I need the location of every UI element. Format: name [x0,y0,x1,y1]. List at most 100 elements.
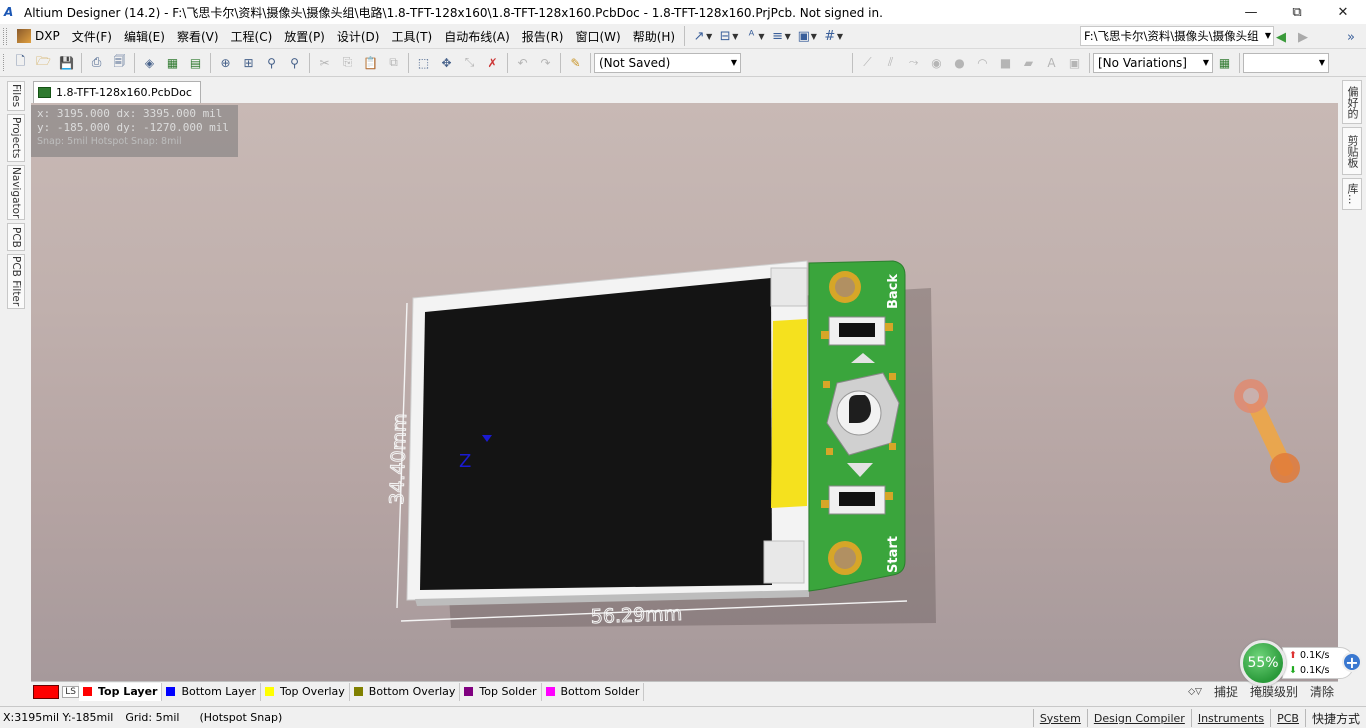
multi-route-icon[interactable]: ⤳ [903,52,924,73]
menu-file[interactable]: 文件(F) [66,25,118,47]
memory-usage-circle[interactable]: 55% [1240,640,1286,686]
network-speed-widget[interactable]: ⬆ 0.1K/s ⬇ 0.1K/s 55% + [1238,640,1366,686]
save-state-combo[interactable]: (Not Saved) ▼ [594,52,741,73]
deselect-icon[interactable]: ⤡ [459,52,480,73]
zoom-filter-icon[interactable]: ⚲ [284,52,305,73]
instruments-button[interactable]: Instruments [1190,709,1270,727]
mounting-hole-bottom-inner [834,547,856,569]
panel-tab-favorites[interactable]: 偏好的 [1342,80,1362,124]
move-icon[interactable]: ✥ [436,52,457,73]
dropdown-arrow-icon[interactable]: ▼ [785,32,791,41]
layer-tab-bottom-solder[interactable]: Bottom Solder [542,682,645,701]
diff-pair-icon[interactable]: ⫽ [880,52,901,73]
empty-combo[interactable]: ▼ [1243,52,1329,73]
new-icon[interactable]: 🗋 [10,52,31,73]
variations-combo[interactable]: [No Variations] ▼ [1093,52,1213,73]
redo-icon[interactable]: ↷ [535,52,556,73]
plus-icon[interactable]: + [1342,652,1362,672]
layers-icon[interactable]: ▤ [185,52,206,73]
variant-icon[interactable]: ▦ [1214,52,1235,73]
dropdown-arrow-icon[interactable]: ▼ [732,32,738,41]
open-icon[interactable]: 🗁 [33,52,54,73]
toolbar-grip[interactable] [3,54,7,71]
zoom-fit-icon[interactable]: ⊕ [215,52,236,73]
layer-set-button[interactable]: LS [33,684,79,699]
interactive-route-icon[interactable]: ⟋ [857,52,878,73]
via-icon[interactable]: ● [949,52,970,73]
cut-icon[interactable]: ✂ [314,52,335,73]
fill-icon[interactable]: ■ [995,52,1016,73]
panel-tab-pcb[interactable]: PCB [7,223,25,251]
pad [821,331,829,339]
window-controls: — ⧉ ✕ [1228,0,1366,24]
dropdown-arrow-icon[interactable]: ▼ [758,32,764,41]
menu-tools[interactable]: 工具(T) [385,25,438,47]
board-icon[interactable]: ▦ [162,52,183,73]
clear-filter-icon[interactable]: ✗ [482,52,503,73]
pad [885,323,893,331]
rubber-stamp-icon[interactable]: ⧉ [383,52,404,73]
menu-dxp[interactable]: DXP [11,25,66,47]
layer-tab-top-layer[interactable]: Top Layer [79,682,163,701]
panel-tab-pcb-filter[interactable]: PCB Filter [7,254,25,309]
panel-tab-navigator[interactable]: Navigator [7,165,25,220]
close-button[interactable]: ✕ [1320,0,1366,24]
menu-help[interactable]: 帮助(H) [627,25,681,47]
pad-icon[interactable]: ◉ [926,52,947,73]
maximize-button[interactable]: ⧉ [1274,0,1320,24]
system-button[interactable]: System [1032,709,1087,727]
menu-edit[interactable]: 编辑(E) [118,25,171,47]
toolbar-grip[interactable] [3,27,7,45]
design-compiler-button[interactable]: Design Compiler [1086,709,1191,727]
minimize-button[interactable]: — [1228,0,1274,24]
print-preview-icon[interactable]: 🗐 [109,52,130,73]
panel-tab-libraries[interactable]: 库... [1342,178,1362,210]
view-3d-icon[interactable]: ◈ [139,52,160,73]
back-icon[interactable]: ◀ [1270,26,1292,48]
string-icon[interactable]: A [1041,52,1062,73]
panel-tab-projects[interactable]: Projects [7,114,25,162]
chevron-icon[interactable]: » [1340,26,1362,48]
layer-color-swatch [166,687,176,696]
component-icon[interactable]: ▣ [1064,52,1085,73]
print-icon[interactable]: ⎙ [86,52,107,73]
undo-icon[interactable]: ↶ [512,52,533,73]
dropdown-arrow-icon[interactable]: ▼ [706,32,712,41]
pcb-3d-workspace[interactable]: Back Start 34.40mm 56.29mm Z x: 3195.000… [31,103,1338,681]
separator [408,52,409,73]
menu-reports[interactable]: 报告(R) [516,25,570,47]
menu-autoroute[interactable]: 自动布线(A) [438,25,516,47]
forward-icon[interactable]: ▶ [1292,26,1314,48]
path-combo[interactable]: F:\飞思卡尔\资料\摄像头\摄像头组 ▼ [1080,26,1274,46]
panel-tab-files[interactable]: Files [7,81,25,111]
pcb-button[interactable]: PCB [1270,709,1305,727]
menu-window[interactable]: 窗口(W) [569,25,626,47]
panel-tab-clipboard[interactable]: 剪贴板 [1342,127,1362,175]
layer-tab-top-overlay[interactable]: Top Overlay [261,682,350,701]
zoom-area-icon[interactable]: ⊞ [238,52,259,73]
document-tab[interactable]: 1.8-TFT-128x160.PcbDoc [33,81,201,103]
save-icon[interactable]: 💾 [56,52,77,73]
scroll-tabs-icon[interactable]: ◇▽ [1188,687,1202,697]
menu-view[interactable]: 察看(V) [171,25,225,47]
layer-tab-top-solder[interactable]: Top Solder [460,682,542,701]
menu-design[interactable]: 设计(D) [331,25,386,47]
snap-button[interactable]: 捕捉 [1214,683,1238,700]
polygon-icon[interactable]: ▰ [1018,52,1039,73]
dropdown-arrow-icon[interactable]: ▼ [837,32,843,41]
select-area-icon[interactable]: ⬚ [413,52,434,73]
zoom-selected-icon[interactable]: ⚲ [261,52,282,73]
menu-project[interactable]: 工程(C) [225,25,279,47]
cross-probe-icon[interactable]: ✎ [565,52,586,73]
copy-icon[interactable]: ⎘ [337,52,358,73]
shortcuts-button[interactable]: 快捷方式 [1304,709,1366,727]
layer-tab-bottom-layer[interactable]: Bottom Layer [162,682,261,701]
dropdown-arrow-icon[interactable]: ▼ [811,32,817,41]
nav-buttons: ◀ ▶ [1270,26,1314,48]
arc-icon[interactable]: ◠ [972,52,993,73]
paste-icon[interactable]: 📋 [360,52,381,73]
menu-place[interactable]: 放置(P) [278,25,331,47]
pad [821,500,829,508]
dimension-label-width: 56.29mm [590,603,682,628]
layer-tab-bottom-overlay[interactable]: Bottom Overlay [350,682,461,701]
